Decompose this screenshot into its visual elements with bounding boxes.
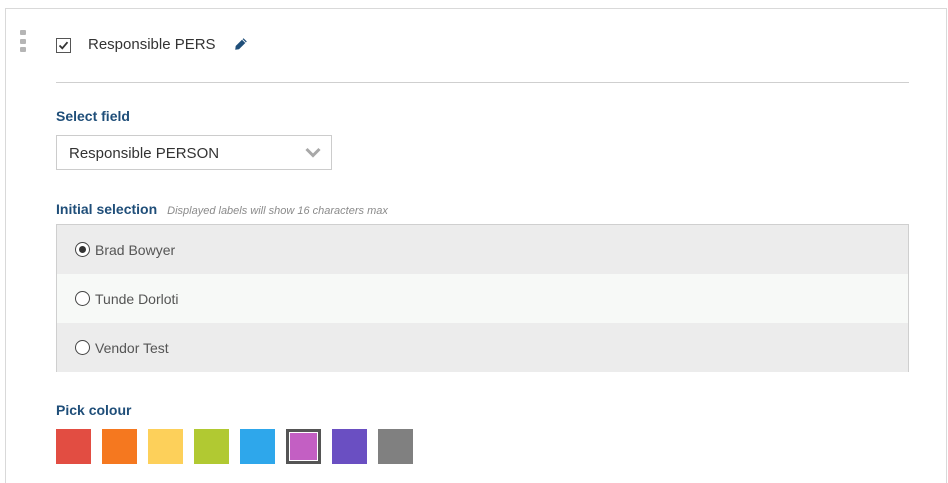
header-divider (56, 82, 909, 83)
field-title: Responsible PERS (88, 36, 216, 53)
initial-selection-heading: Initial selection Displayed labels will s… (56, 201, 388, 220)
field-select-value: Responsible PERSON (69, 145, 220, 162)
checkmark-icon (58, 41, 69, 50)
radio-option-label: Vendor Test (95, 339, 169, 356)
radio-option-label: Brad Bowyer (95, 241, 176, 258)
initial-selection-list: Brad Bowyer Tunde Dorloti Vendor Test (56, 224, 909, 372)
radio-option-label: Tunde Dorloti (95, 290, 179, 307)
initial-selection-hint: Displayed labels will show 16 characters… (167, 205, 388, 217)
colour-swatch-magenta[interactable] (286, 429, 321, 464)
colour-swatch-green[interactable] (194, 429, 229, 464)
pencil-icon[interactable] (234, 37, 248, 51)
radio-option-vendor-test[interactable]: Vendor Test (57, 323, 908, 372)
colour-swatch-red[interactable] (56, 429, 91, 464)
drag-handle[interactable] (20, 30, 27, 52)
colour-swatches (56, 429, 424, 464)
field-select[interactable]: Responsible PERSON (56, 135, 332, 170)
radio-button[interactable] (75, 291, 90, 306)
drag-handle-dot (20, 38, 26, 44)
pick-colour-label: Pick colour (56, 402, 132, 418)
enable-checkbox[interactable] (56, 38, 71, 53)
select-field-label: Select field (56, 108, 130, 124)
colour-swatch-blue[interactable] (240, 429, 275, 464)
drag-handle-dot (20, 30, 26, 35)
chevron-down-icon (305, 147, 321, 158)
drag-handle-dot (20, 47, 26, 52)
colour-swatch-gray[interactable] (378, 429, 413, 464)
colour-swatch-yellow[interactable] (148, 429, 183, 464)
colour-swatch-purple[interactable] (332, 429, 367, 464)
radio-option-tunde-dorloti[interactable]: Tunde Dorloti (57, 274, 908, 323)
radio-button[interactable] (75, 340, 90, 355)
radio-button[interactable] (75, 242, 90, 257)
initial-selection-label: Initial selection (56, 201, 158, 217)
colour-swatch-orange[interactable] (102, 429, 137, 464)
radio-option-brad-bowyer[interactable]: Brad Bowyer (57, 225, 908, 274)
